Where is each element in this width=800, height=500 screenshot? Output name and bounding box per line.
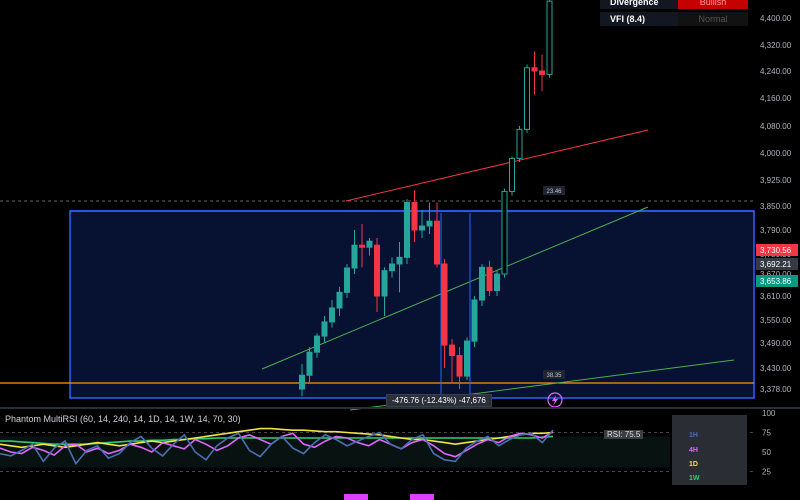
price-tick-label: 3,790.00 bbox=[760, 226, 792, 235]
candle bbox=[531, 51, 538, 95]
price-marker-label: 3,692.21 bbox=[760, 260, 792, 269]
price-tick-label: 4,080.00 bbox=[760, 122, 792, 131]
candle-body bbox=[426, 220, 433, 227]
candle-body bbox=[329, 307, 335, 323]
vfi-value: Normal bbox=[678, 12, 748, 26]
candle-body bbox=[441, 263, 448, 346]
candle-body bbox=[546, 0, 553, 75]
candle bbox=[539, 54, 545, 92]
candle-body bbox=[299, 374, 305, 390]
candle-body bbox=[501, 190, 508, 275]
price-markers: 3,730.56 3,692.21 3,653.86 bbox=[756, 244, 798, 287]
candle bbox=[509, 156, 515, 196]
candle-body bbox=[306, 351, 313, 376]
price-tick-label: 4,160.00 bbox=[760, 94, 792, 103]
rsi-tick-label: 50 bbox=[762, 448, 771, 457]
tf-1d-label: 1D bbox=[689, 461, 698, 468]
rsi-tick-label: 75 bbox=[762, 429, 771, 438]
candle-body bbox=[359, 244, 365, 248]
rsi-band bbox=[0, 436, 670, 468]
price-marker: 3,730.56 bbox=[756, 244, 798, 256]
svg-text:23.46: 23.46 bbox=[546, 189, 562, 195]
timeframe-legend: 1H 4H 1D 1W bbox=[672, 415, 747, 485]
price-tick-label: 4,320.00 bbox=[760, 41, 792, 50]
candle-body bbox=[419, 225, 425, 231]
candle-body bbox=[494, 273, 500, 291]
red-trendline[interactable] bbox=[345, 129, 649, 202]
candle-body bbox=[516, 128, 523, 159]
candle-body bbox=[531, 67, 538, 72]
candle-body bbox=[336, 291, 343, 309]
candle-body bbox=[381, 270, 388, 297]
price-tick-label: 4,240.00 bbox=[760, 67, 792, 76]
candle-body bbox=[449, 344, 455, 357]
rsi-axis[interactable]: 100 75 50 25 bbox=[762, 409, 776, 477]
candle-body bbox=[389, 263, 395, 272]
price-marker: 3,653.86 bbox=[756, 275, 798, 287]
rsi-tick-label: 25 bbox=[762, 468, 771, 477]
bottom-marker-2 bbox=[410, 494, 434, 500]
price-tick-label: 3,378.00 bbox=[760, 385, 792, 394]
divergence-value: Bullish bbox=[678, 0, 748, 9]
candle-body bbox=[509, 157, 515, 192]
price-tick-label: 3,490.00 bbox=[760, 339, 792, 348]
candle bbox=[479, 264, 485, 306]
candle bbox=[524, 64, 530, 133]
tf-1h-label: 1H bbox=[689, 432, 698, 439]
tf-4h-label: 4H bbox=[689, 447, 698, 454]
box-label-top: 23.46 bbox=[543, 186, 565, 195]
price-axis[interactable]: 4,400.00 4,320.00 4,240.00 4,160.00 4,080.00… bbox=[760, 14, 792, 394]
bottom-marker-1 bbox=[344, 494, 368, 500]
price-tick-label: 3,850.00 bbox=[760, 202, 792, 211]
divergence-label: Divergence bbox=[600, 0, 678, 9]
candle-body bbox=[314, 335, 320, 353]
candle-body bbox=[404, 202, 410, 258]
candle-body bbox=[366, 240, 373, 248]
candle-body bbox=[321, 321, 328, 337]
box-label-bottom: 38.35 bbox=[543, 370, 565, 379]
candle bbox=[516, 126, 523, 162]
candle-body bbox=[471, 299, 478, 342]
measure-label[interactable]: -476.76 (-12.43%) -47,676 bbox=[386, 394, 492, 407]
price-marker-label: 3,653.86 bbox=[760, 277, 792, 286]
price-tick-label: 3,610.00 bbox=[760, 292, 792, 301]
info-row-vfi: VFI (8.4) Normal bbox=[600, 12, 748, 26]
candle-body bbox=[434, 220, 440, 265]
range-box[interactable] bbox=[69, 210, 755, 399]
candle-body bbox=[351, 244, 358, 269]
candle bbox=[404, 199, 410, 264]
rsi-tick-label: 100 bbox=[762, 409, 776, 418]
candle-body bbox=[396, 256, 403, 265]
price-tick-label: 4,000.00 bbox=[760, 149, 792, 158]
rsi-value-badge: RSI: 75.5 bbox=[604, 430, 644, 439]
candle-body bbox=[344, 267, 350, 293]
vfi-label: VFI (8.4) bbox=[600, 12, 678, 26]
candle-body bbox=[456, 355, 463, 377]
price-marker-label: 3,730.56 bbox=[760, 246, 792, 255]
candle-body bbox=[479, 266, 485, 301]
price-tick-label: 3,550.00 bbox=[760, 316, 792, 325]
candle bbox=[546, 0, 553, 78]
price-marker: 3,692.21 bbox=[756, 258, 798, 270]
info-row-divergence: Divergence Bullish bbox=[600, 0, 748, 9]
candle bbox=[471, 296, 478, 348]
candle-body bbox=[524, 67, 530, 130]
candle bbox=[501, 188, 508, 278]
candle bbox=[464, 337, 470, 381]
candle-body bbox=[374, 244, 380, 297]
price-tick-label: 3,925.00 bbox=[760, 176, 792, 185]
tf-1w-label: 1W bbox=[689, 475, 700, 482]
candle-body bbox=[411, 202, 418, 231]
candle-body bbox=[486, 266, 493, 292]
candle-body bbox=[464, 340, 470, 377]
candle-body bbox=[539, 70, 545, 75]
indicator-title[interactable]: Phantom MultiRSI (60, 14, 240, 14, 1D, 1… bbox=[5, 414, 241, 424]
price-tick-label: 4,400.00 bbox=[760, 14, 792, 23]
price-tick-label: 3,430.00 bbox=[760, 364, 792, 373]
svg-text:38.35: 38.35 bbox=[546, 373, 562, 379]
